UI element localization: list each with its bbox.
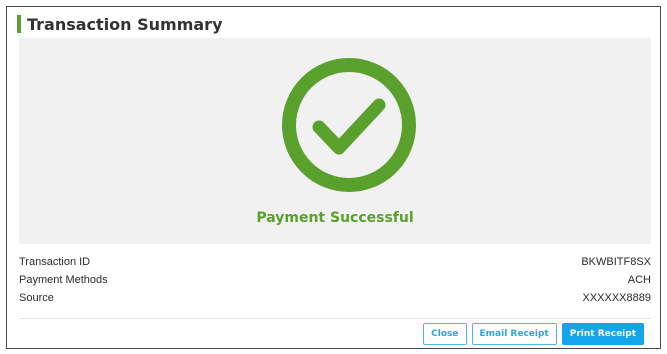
success-panel: Payment Successful xyxy=(19,38,651,244)
detail-label: Source xyxy=(19,292,54,304)
email-receipt-button[interactable]: Email Receipt xyxy=(471,323,557,345)
check-circle-icon xyxy=(281,57,417,193)
detail-value: BKWBITF8SX xyxy=(581,256,651,268)
close-button[interactable]: Close xyxy=(423,323,467,345)
detail-row-source: Source XXXXXX8889 xyxy=(19,289,651,307)
payment-success-message: Payment Successful xyxy=(256,210,414,226)
footer-divider xyxy=(19,318,651,319)
transaction-summary-dialog: Transaction Summary Payment Successful T… xyxy=(6,6,661,349)
transaction-details: Transaction ID BKWBITF8SX Payment Method… xyxy=(19,253,651,307)
dialog-header: Transaction Summary xyxy=(17,13,223,35)
detail-value: XXXXXX8889 xyxy=(582,292,652,304)
detail-row-transaction-id: Transaction ID BKWBITF8SX xyxy=(19,253,651,271)
title-accent-bar xyxy=(17,15,21,33)
dialog-title: Transaction Summary xyxy=(27,14,223,34)
detail-label: Transaction ID xyxy=(19,256,91,268)
print-receipt-button[interactable]: Print Receipt xyxy=(561,323,644,345)
detail-label: Payment Methods xyxy=(19,274,108,286)
detail-row-payment-methods: Payment Methods ACH xyxy=(19,271,651,289)
detail-value: ACH xyxy=(627,274,651,286)
dialog-actions: Close Email Receipt Print Receipt xyxy=(423,323,644,345)
